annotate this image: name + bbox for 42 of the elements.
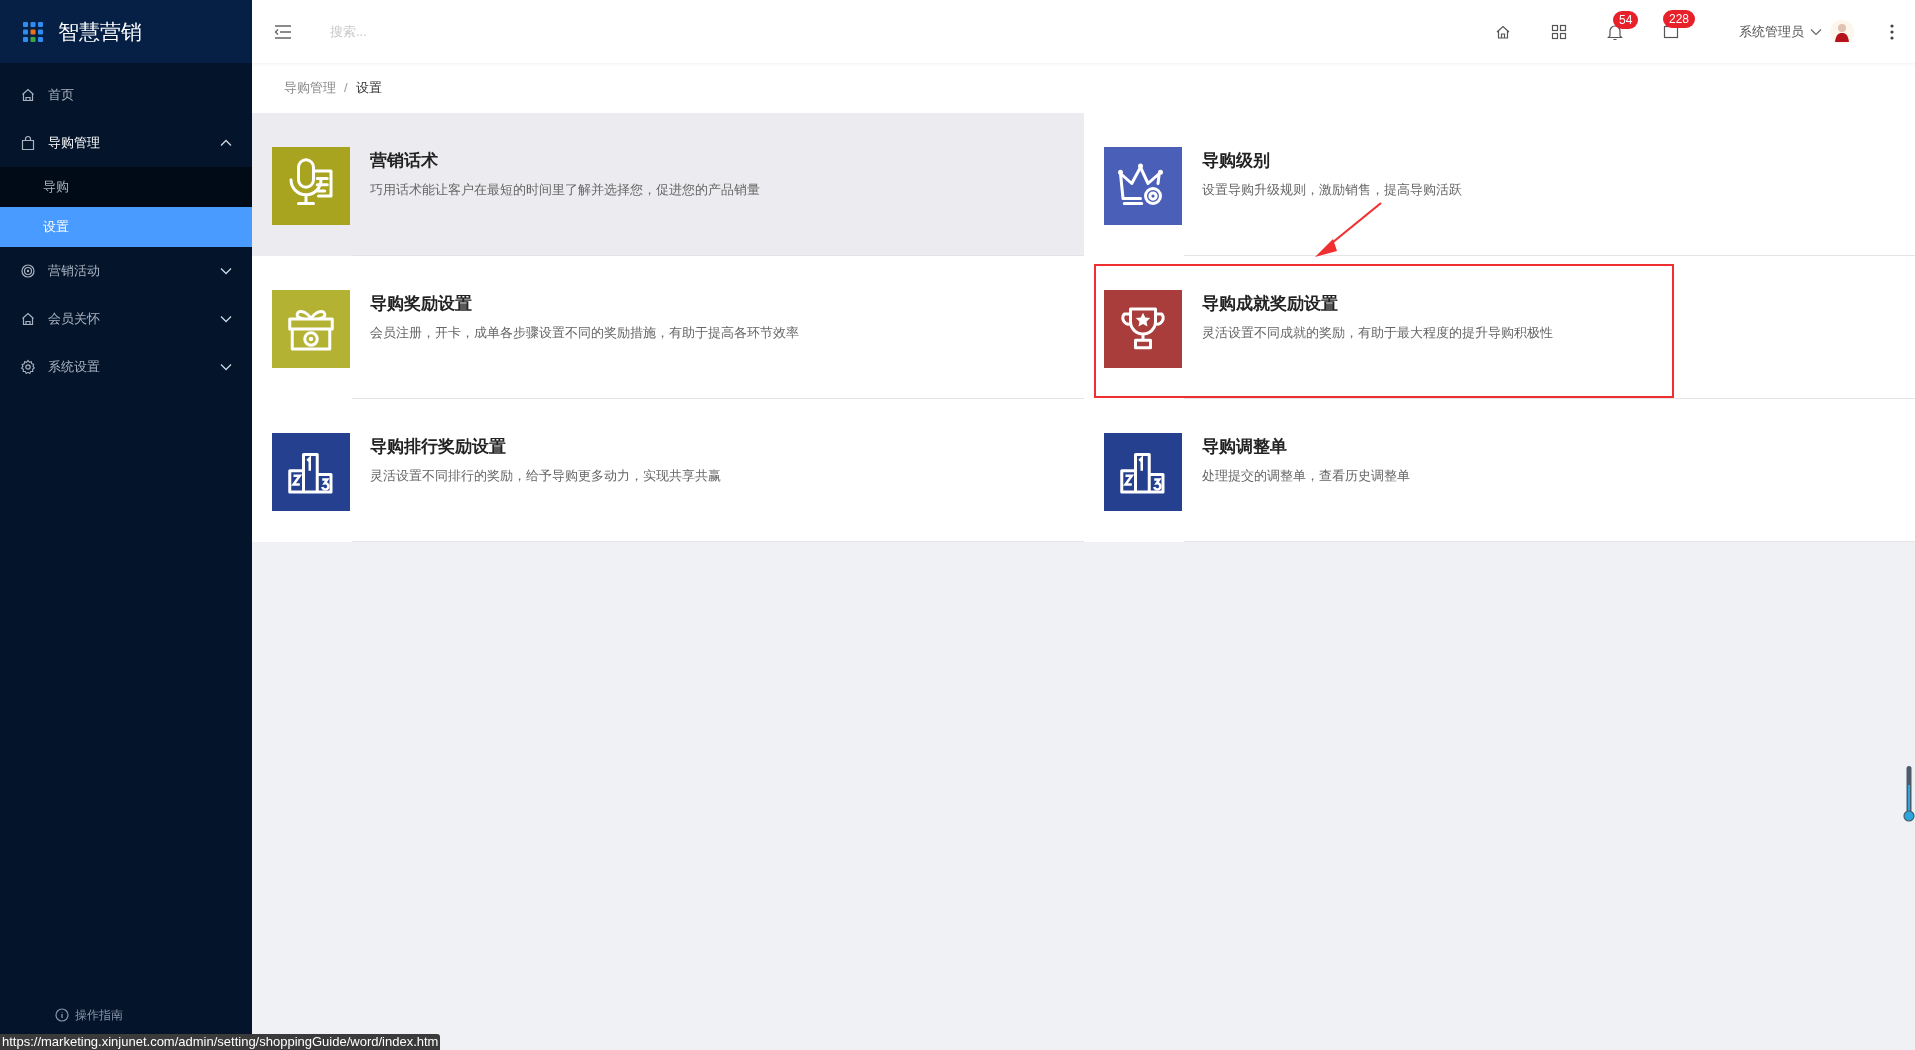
menu-toggle-icon[interactable]	[274, 24, 292, 39]
caret-icon[interactable]	[1810, 27, 1822, 36]
sidebar-subitem[interactable]: 导购	[0, 167, 252, 207]
breadcrumb-separator: /	[344, 79, 348, 98]
home-icon	[20, 87, 36, 103]
card-title: 导购奖励设置	[370, 293, 473, 315]
gear-icon	[20, 359, 36, 375]
breadcrumb-link[interactable]: 导购管理	[284, 78, 336, 98]
sidebar-item[interactable]: 导购管理	[0, 119, 252, 167]
card-description: 灵活设置不同排行的奖励，给予导购更多动力，实现共享共赢	[370, 468, 721, 485]
card-description: 处理提交的调整单，查看历史调整单	[1201, 468, 1410, 485]
grid-logo-icon	[22, 20, 44, 43]
thermometer-icon	[1903, 765, 1915, 823]
card-title: 导购级别	[1201, 150, 1271, 172]
message-badge: 228	[1663, 9, 1696, 28]
sidebar-item[interactable]: 系统设置	[0, 343, 252, 391]
info-circle-icon	[55, 1008, 69, 1022]
home-icon	[20, 311, 36, 327]
breadcrumb-current: 设置	[355, 79, 382, 98]
sidebar-item[interactable]: 营销活动	[0, 247, 252, 295]
status-bar: https://marketing.xinjunet.com/admin/setting/shoppingGuide/word/index.htm	[0, 1034, 441, 1050]
notification-badge: 54	[1613, 10, 1639, 29]
avatar-icon[interactable]	[1830, 19, 1854, 44]
sidebar-item[interactable]: 首页	[0, 71, 252, 119]
card-description: 灵活设置不同成就的奖励，有助于最大程度的提升导购积极性	[1201, 325, 1553, 342]
shopping-bag-icon	[20, 135, 36, 151]
home-icon[interactable]	[1495, 23, 1511, 40]
card-title: 导购排行奖励设置	[370, 436, 507, 458]
more-icon[interactable]	[1890, 23, 1894, 40]
user-name[interactable]: 系统管理员	[1739, 21, 1804, 42]
grid-icon[interactable]	[1551, 23, 1567, 40]
card-description: 会员注册，开卡，成单各步骤设置不同的奖励措施，有助于提高各环节效率	[370, 325, 799, 342]
brand-name: 智慧营销	[58, 18, 142, 45]
card-title: 导购调整单	[1201, 436, 1288, 458]
guide-link[interactable]: 操作指南	[75, 1006, 123, 1024]
settings-card-highlight[interactable]: 营销话术 巧用话术能让客户在最短的时间里了解并选择您，促进您的产品销量	[252, 113, 1084, 256]
target-icon	[20, 263, 36, 279]
card-description: 设置导购升级规则，激励销售，提高导购活跃	[1201, 182, 1462, 199]
card-description: 巧用话术能让客户在最短的时间里了解并选择您，促进您的产品销量	[370, 182, 760, 199]
card-title: 导购成就奖励设置	[1201, 293, 1339, 315]
sidebar-item[interactable]: 会员关怀	[0, 295, 252, 343]
card-title: 营销话术	[370, 150, 439, 172]
